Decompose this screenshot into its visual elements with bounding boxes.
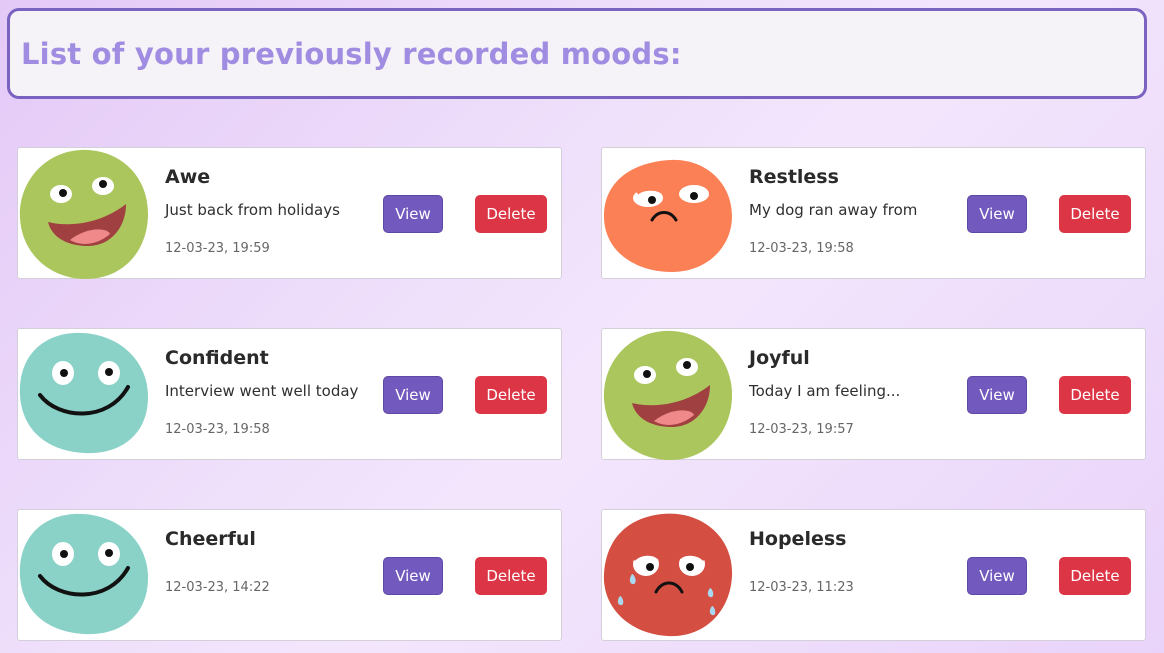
mood-note: Just back from holidays	[165, 201, 340, 219]
mood-title: Joyful	[749, 347, 810, 369]
delete-button[interactable]: Delete	[475, 376, 547, 414]
mood-card-awe: Awe Just back from holidays 12-03-23, 19…	[17, 147, 562, 280]
mood-note: Interview went well today	[165, 382, 359, 400]
mood-date: 12-03-23, 11:23	[749, 580, 854, 595]
view-button[interactable]: View	[383, 195, 443, 233]
delete-button[interactable]: Delete	[475, 195, 547, 233]
mood-date: 12-03-23, 19:58	[749, 241, 854, 256]
mood-title: Restless	[749, 166, 839, 188]
delete-button[interactable]: Delete	[1059, 557, 1131, 595]
mood-note: My dog ran away from	[749, 201, 918, 219]
view-button[interactable]: View	[967, 557, 1027, 595]
delete-button[interactable]: Delete	[1059, 376, 1131, 414]
page-header: List of your previously recorded moods:	[7, 8, 1147, 99]
mood-card-hopeless: Hopeless 12-03-23, 11:23 View Delete	[601, 509, 1146, 641]
mood-date: 12-03-23, 19:58	[165, 422, 270, 437]
mood-date: 12-03-23, 14:22	[165, 580, 270, 595]
view-button[interactable]: View	[967, 195, 1027, 233]
mood-card-confident: Confident Interview went well today 12-0…	[17, 328, 562, 460]
view-button[interactable]: View	[967, 376, 1027, 414]
crying-red-face-icon	[602, 510, 734, 642]
mood-card-cheerful: Cheerful 12-03-23, 14:22 View Delete	[17, 509, 562, 641]
mood-title: Awe	[165, 166, 211, 188]
happy-green-face-icon	[602, 329, 734, 461]
mood-title: Cheerful	[165, 528, 256, 550]
mood-date: 12-03-23, 19:59	[165, 241, 270, 256]
worried-orange-face-icon	[602, 148, 734, 280]
delete-button[interactable]: Delete	[1059, 195, 1131, 233]
mood-note: Today I am feeling...	[749, 382, 901, 400]
view-button[interactable]: View	[383, 376, 443, 414]
happy-green-face-icon	[18, 148, 150, 280]
mood-date: 12-03-23, 19:57	[749, 422, 854, 437]
smiling-teal-face-icon	[18, 329, 150, 461]
smiling-teal-face-icon	[18, 510, 150, 642]
mood-title: Hopeless	[749, 528, 847, 550]
mood-card-joyful: Joyful Today I am feeling... 12-03-23, 1…	[601, 328, 1146, 461]
mood-title: Confident	[165, 347, 269, 369]
page-title: List of your previously recorded moods:	[21, 36, 682, 71]
mood-card-restless: Restless My dog ran away from 12-03-23, …	[601, 147, 1146, 279]
view-button[interactable]: View	[383, 557, 443, 595]
delete-button[interactable]: Delete	[475, 557, 547, 595]
